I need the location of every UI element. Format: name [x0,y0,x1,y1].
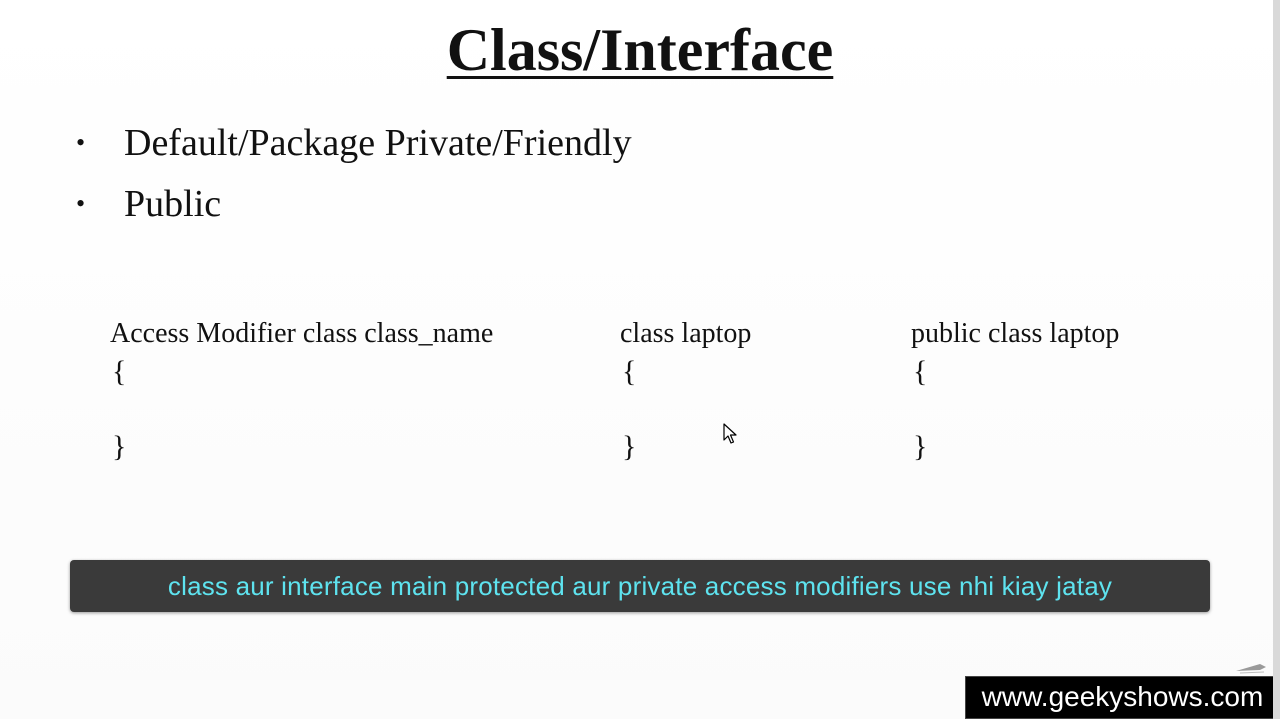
open-brace: { [112,355,127,388]
bullet-item: • Default/Package Private/Friendly [76,116,632,177]
watermark-label: www.geekyshows.com [965,676,1280,719]
slide-title: Class/Interface [0,14,1280,86]
close-brace: } [622,430,637,463]
mouse-pointer-icon [723,423,737,444]
slide-canvas: Class/Interface • Default/Package Private… [0,0,1280,719]
bullet-text: Default/Package Private/Friendly [124,122,632,164]
bullet-dot: • [76,128,86,157]
bullet-text: Public [124,183,222,225]
code-block-default: class laptop { } [620,315,752,463]
bullet-list: • Default/Package Private/Friendly • Publi… [76,116,632,238]
bullet-item: • Public [76,177,632,238]
caption-bar: class aur interface main protected aur p… [70,560,1210,612]
window-edge [1273,0,1280,719]
code-heading: Access Modifier class class_name [110,318,494,349]
pen-icon [1236,664,1266,674]
caption-text: class aur interface main protected aur p… [167,570,1113,601]
bullet-dot: • [76,189,86,218]
close-brace: } [112,430,127,463]
slide-title-text: Class/Interface [446,17,834,83]
code-block-syntax: Access Modifier class class_name { } [110,315,494,463]
code-heading: class laptop [620,318,752,349]
open-brace: { [622,355,637,388]
open-brace: { [913,355,928,388]
code-heading: public class laptop [911,318,1120,349]
close-brace: } [913,430,928,463]
code-block-public: public class laptop { } [911,315,1120,463]
